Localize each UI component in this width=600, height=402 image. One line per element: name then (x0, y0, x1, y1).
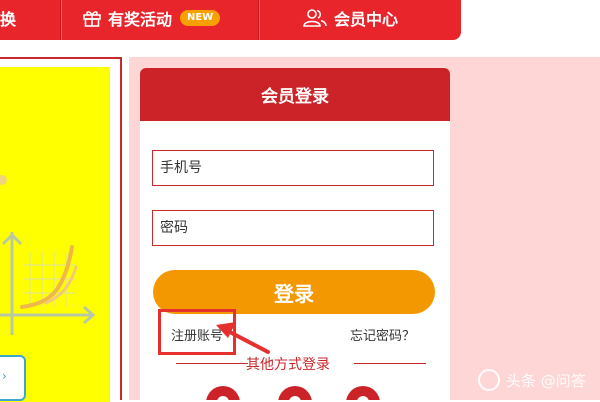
banner-image: › (0, 67, 110, 402)
side-tab-glyph: › (2, 369, 7, 383)
graph-illustration (0, 175, 96, 335)
watermark: 头条 @问答 (478, 369, 586, 391)
nav-item-exchange[interactable]: 换 (0, 0, 16, 36)
side-tab[interactable]: › (0, 355, 26, 401)
left-banner-panel: › (0, 57, 122, 402)
nav-divider (258, 0, 260, 40)
nav-item-member-center[interactable]: 会员中心 (302, 0, 398, 36)
top-nav-bar: 换 有奖活动 NEW 会员中心 (0, 0, 461, 40)
login-header: 会员登录 (140, 68, 450, 121)
gift-icon (82, 8, 102, 28)
nav-divider (60, 0, 62, 40)
social-icon-glyph (217, 396, 229, 400)
forgot-password-link[interactable]: 忘记密码？ (350, 325, 415, 344)
login-title: 会员登录 (261, 87, 329, 107)
new-badge: NEW (180, 10, 221, 26)
other-login-label: 其他方式登录 (246, 357, 330, 373)
watermark-text: 头条 @问答 (506, 371, 586, 390)
social-login-icon-2[interactable] (278, 386, 312, 400)
nav-item-member-center-label: 会员中心 (334, 10, 399, 29)
social-login-icon-1[interactable] (206, 386, 240, 400)
nav-item-rewards[interactable]: 有奖活动 NEW (82, 0, 221, 36)
watermark-logo-icon (478, 369, 500, 391)
divider-line-right (354, 363, 426, 364)
divider-line-left (176, 363, 248, 364)
password-field[interactable] (152, 210, 434, 246)
social-icon-glyph (357, 396, 369, 400)
members-icon (302, 8, 328, 28)
annotation-highlight-box (158, 309, 236, 355)
other-login-divider: 其他方式登录 (140, 354, 450, 374)
phone-field[interactable] (152, 150, 434, 186)
social-icon-glyph (289, 396, 301, 400)
login-button[interactable]: 登录 (153, 270, 435, 314)
nav-item-rewards-label: 有奖活动 (108, 10, 173, 29)
social-login-icon-3[interactable] (346, 386, 380, 400)
phone-input[interactable] (160, 160, 433, 176)
nav-item-exchange-label: 换 (0, 10, 17, 29)
password-input[interactable] (160, 220, 433, 236)
